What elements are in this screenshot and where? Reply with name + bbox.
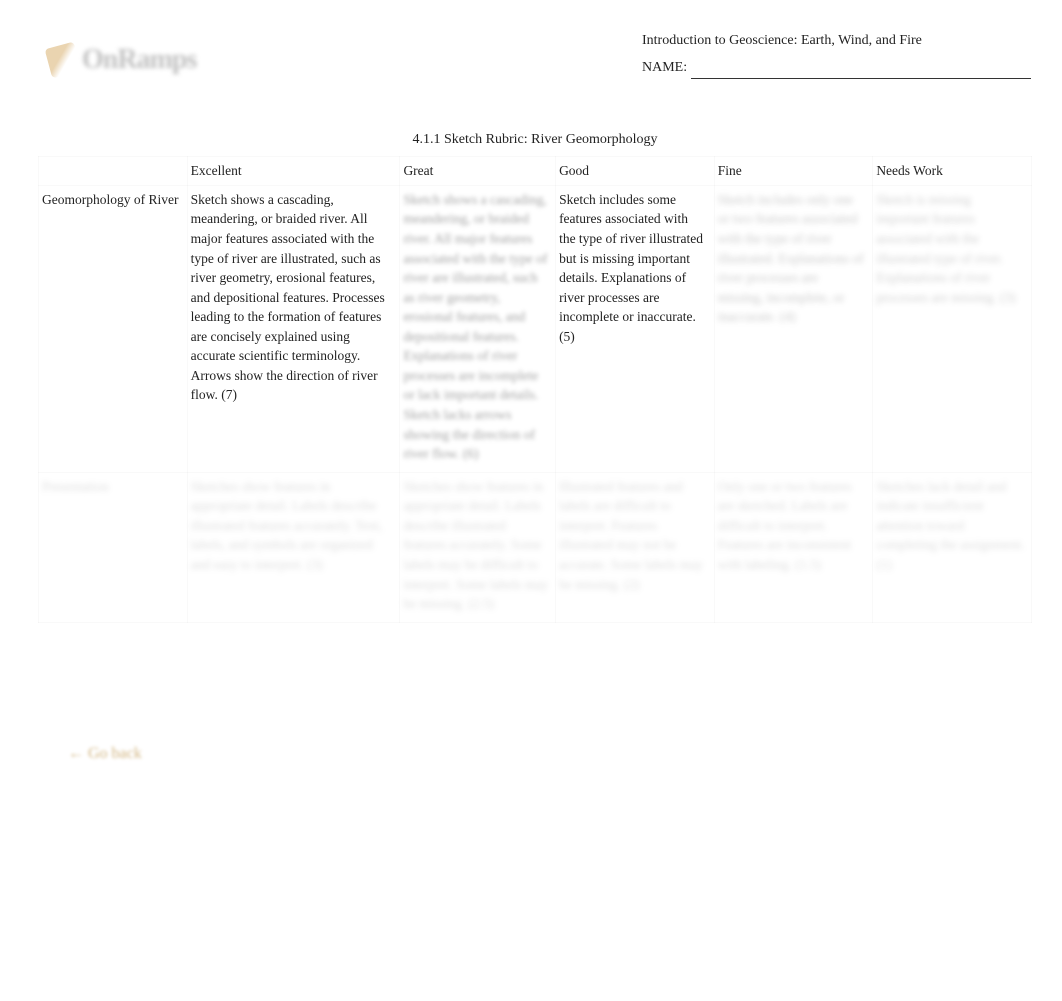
name-blank (691, 78, 1031, 79)
rubric-table: 4.1.1 Sketch Rubric: River Geomorphology… (38, 122, 1032, 623)
rubric-header-great: Great (400, 157, 556, 186)
rubric-header-blank (39, 157, 188, 186)
cell-great: Sketches show features in appropriate de… (400, 472, 556, 622)
rubric-header-needs: Needs Work (873, 157, 1032, 186)
document-header: Introduction to Geoscience: Earth, Wind,… (642, 28, 1042, 81)
cell-excellent: Sketches show features in appropriate de… (187, 472, 400, 622)
name-label: NAME: (642, 60, 687, 75)
cell-good: Sketch includes some features associated… (556, 185, 715, 472)
course-title: Introduction to Geoscience: Earth, Wind,… (642, 28, 1042, 55)
logo-text: OnRamps (82, 44, 196, 76)
row-label: Geomorphology of River (39, 185, 188, 472)
back-link[interactable]: ← Go back (68, 745, 142, 763)
rubric-table-container: 4.1.1 Sketch Rubric: River Geomorphology… (38, 122, 1032, 623)
cell-fine: Sketch includes only one or two features… (714, 185, 873, 472)
rubric-header-excellent: Excellent (187, 157, 400, 186)
cell-good: Illustrated features and labels are diff… (556, 472, 715, 622)
rubric-header-good: Good (556, 157, 715, 186)
logo-icon (45, 42, 82, 79)
logo: OnRamps (48, 30, 258, 90)
cell-excellent: Sketch shows a cascading, meandering, or… (187, 185, 400, 472)
rubric-row-presentation: Presentation Sketches show features in a… (39, 472, 1032, 622)
rubric-header-fine: Fine (714, 157, 873, 186)
cell-needs: Sketches lack detail and indicate insuff… (873, 472, 1032, 622)
row-label: Presentation (39, 472, 188, 622)
rubric-caption: 4.1.1 Sketch Rubric: River Geomorphology (38, 122, 1032, 156)
rubric-header-row: Excellent Great Good Fine Needs Work (39, 157, 1032, 186)
cell-great: Sketch shows a cascading, meandering, or… (400, 185, 556, 472)
cell-needs: Sketch is missing important features ass… (873, 185, 1032, 472)
cell-fine: Only one or two features are sketched. L… (714, 472, 873, 622)
rubric-row-geomorphology: Geomorphology of River Sketch shows a ca… (39, 185, 1032, 472)
